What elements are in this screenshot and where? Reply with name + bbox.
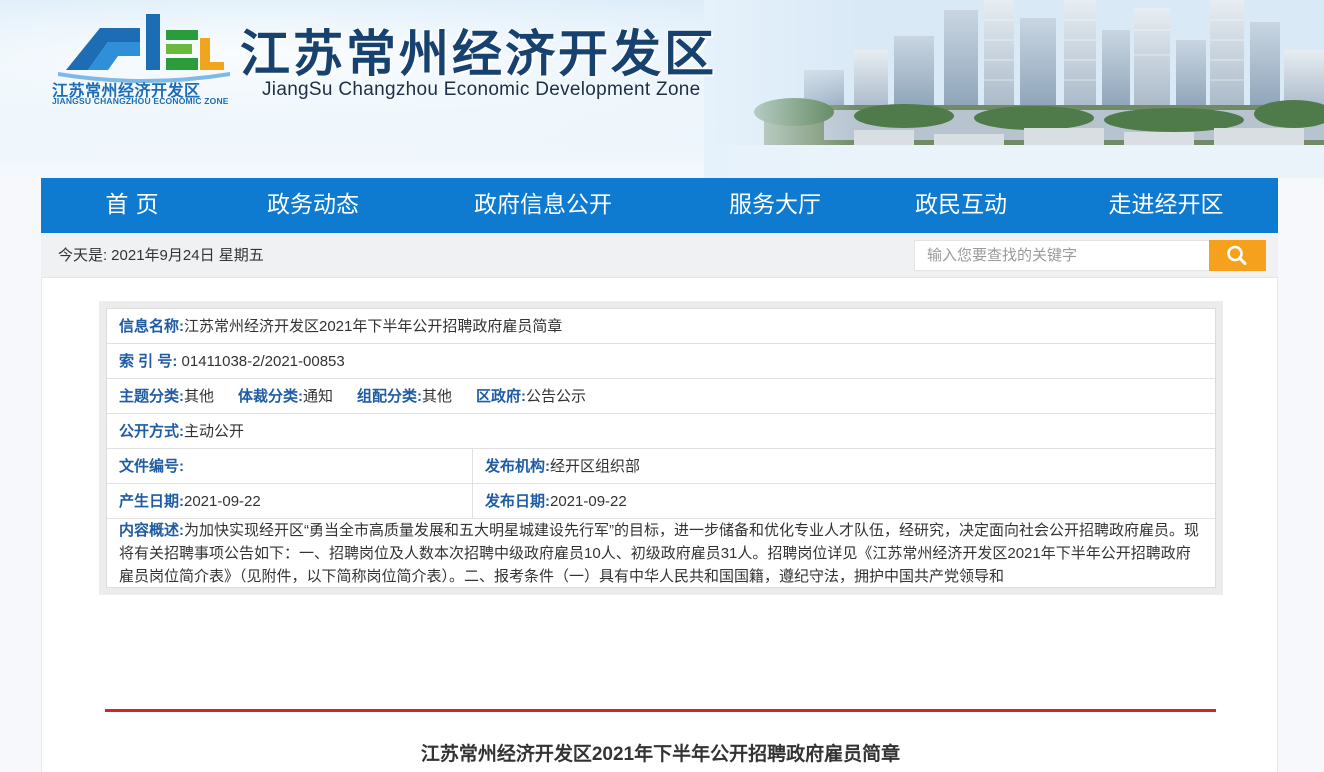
published-value: 2021-09-22 [550, 493, 627, 510]
group-value: 其他 [422, 388, 453, 405]
metadata-table: 信息名称:江苏常州经济开发区2021年下半年公开招聘政府雇员简章 索 引 号: … [106, 308, 1216, 588]
site-title: 江苏常州经济开发区 [240, 24, 717, 83]
meta-row-dates: 产生日期:2021-09-22 发布日期:2021-09-22 [107, 484, 1215, 519]
open-mode-label: 公开方式: [119, 423, 184, 440]
article-title: 江苏常州经济开发区2021年下半年公开招聘政府雇员简章 [420, 744, 901, 765]
published-label: 发布日期: [485, 493, 550, 510]
nav-item-about-zone[interactable]: 走进经开区 [1093, 178, 1239, 233]
metadata-panel: 信息名称:江苏常州经济开发区2021年下半年公开招聘政府雇员简章 索 引 号: … [99, 301, 1223, 595]
search-icon [1227, 245, 1247, 265]
info-bar: 今天是: 2021年9月24日 星期五 [41, 233, 1278, 278]
main-nav: 首 页 政务动态 政府信息公开 服务大厅 政民互动 走进经开区 [41, 178, 1278, 233]
nav-item-interaction[interactable]: 政民互动 [899, 178, 1023, 233]
site-subtitle: JiangSu Changzhou Economic Development Z… [262, 79, 701, 100]
city-skyline-image [704, 0, 1324, 178]
nav-item-news[interactable]: 政务动态 [251, 178, 375, 233]
index-value: 01411038-2/2021-00853 [181, 353, 345, 370]
meta-row-info-name: 信息名称:江苏常州经济开发区2021年下半年公开招聘政府雇员简章 [107, 309, 1215, 344]
topic-label: 主题分类: [119, 388, 184, 405]
meta-row-open-mode: 公开方式:主动公开 [107, 414, 1215, 449]
genre-label: 体裁分类: [238, 388, 304, 405]
search-button[interactable] [1209, 240, 1266, 271]
open-mode-value: 主动公开 [184, 423, 245, 440]
district-value: 公告公示 [526, 388, 587, 405]
today-date: 今天是: 2021年9月24日 星期五 [58, 233, 264, 278]
publisher-label: 发布机构: [485, 458, 550, 475]
today-label: 今天是: [58, 247, 108, 264]
nav-item-service-hall[interactable]: 服务大厅 [713, 178, 837, 233]
header-banner: 江苏常州经济开发区 JIANGSU CHANGZHOU ECONOMIC ZON… [0, 0, 1324, 178]
topic-value: 其他 [184, 388, 215, 405]
meta-row-categories: 主题分类:其他 体裁分类:通知 组配分类:其他 区政府:公告公示 [107, 379, 1215, 414]
group-label: 组配分类: [357, 388, 423, 405]
cell-divider [472, 449, 473, 484]
meta-row-index: 索 引 号: 01411038-2/2021-00853 [107, 344, 1215, 379]
doc-no-label: 文件编号: [119, 458, 184, 475]
content-area: 信息名称:江苏常州经济开发区2021年下半年公开招聘政府雇员简章 索 引 号: … [41, 278, 1278, 772]
today-value: 2021年9月24日 星期五 [111, 247, 264, 264]
logo-english-name: JIANGSU CHANGZHOU ECONOMIC ZONE [52, 96, 229, 106]
search-input[interactable] [914, 240, 1210, 271]
summary-text: 为加快实现经开区“勇当全市高质量发展和五大明星城建设先行军”的目标，进一步储备和… [119, 522, 1199, 585]
article-divider [105, 709, 1216, 712]
created-label: 产生日期: [119, 493, 184, 510]
index-label: 索 引 号: [119, 353, 178, 370]
nav-item-home[interactable]: 首 页 [71, 178, 193, 233]
cell-divider [472, 484, 473, 519]
nav-item-gov-info[interactable]: 政府信息公开 [461, 178, 625, 233]
publisher-value: 经开区组织部 [550, 458, 641, 475]
created-value: 2021-09-22 [184, 493, 261, 510]
info-name-value: 江苏常州经济开发区2021年下半年公开招聘政府雇员简章 [184, 318, 563, 335]
meta-summary: 内容概述:为加快实现经开区“勇当全市高质量发展和五大明星城建设先行军”的目标，进… [107, 519, 1215, 589]
summary-label: 内容概述: [119, 522, 184, 539]
info-name-label: 信息名称: [119, 318, 184, 335]
district-label: 区政府: [476, 388, 527, 405]
genre-value: 通知 [303, 388, 334, 405]
meta-row-doc-publisher: 文件编号: 发布机构:经开区组织部 [107, 449, 1215, 484]
